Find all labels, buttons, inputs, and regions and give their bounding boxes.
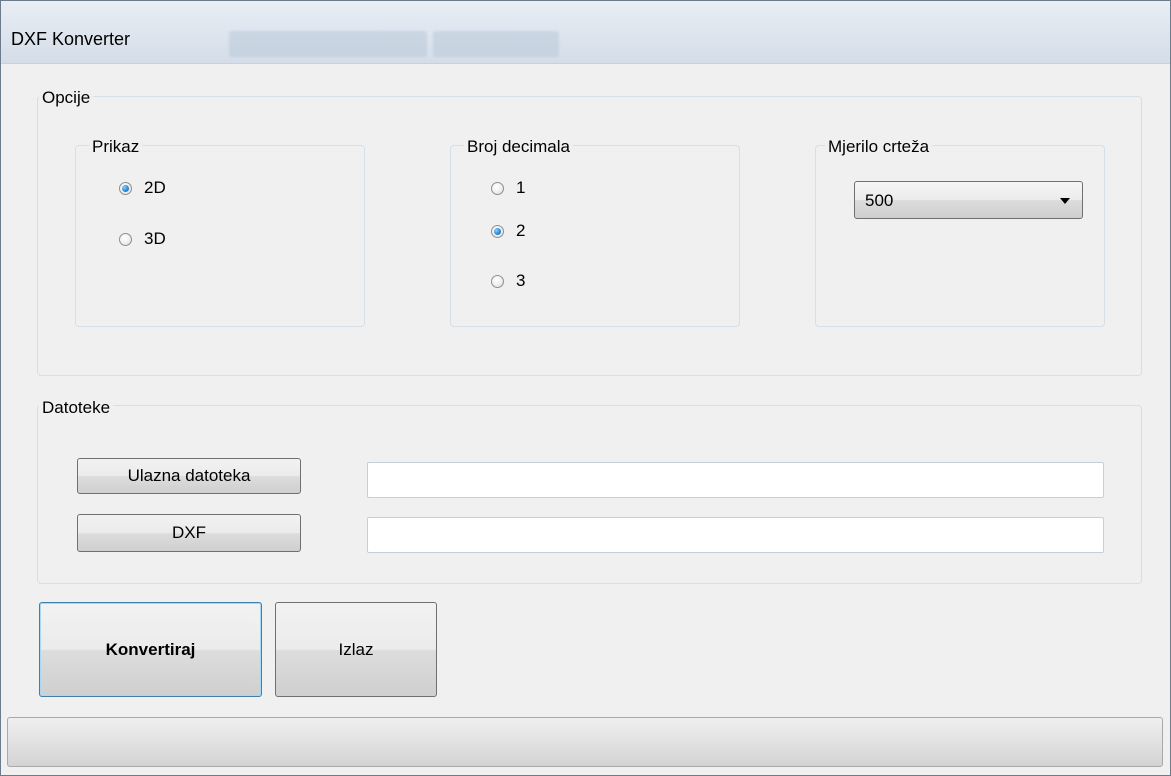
radio-3d-circle[interactable] (119, 232, 132, 246)
dxf-file-button[interactable]: DXF (77, 514, 301, 552)
radio-decimals-3[interactable]: 3 (491, 271, 525, 291)
exit-button[interactable]: Izlaz (275, 602, 437, 697)
decimals-group-label: Broj decimala (464, 137, 573, 157)
scale-dropdown-value: 500 (865, 191, 894, 210)
chevron-down-icon[interactable] (1060, 198, 1070, 204)
radio-decimals-3-circle[interactable] (491, 274, 504, 288)
dxf-file-field[interactable] (367, 517, 1104, 553)
radio-decimals-1-label: 1 (516, 178, 526, 197)
radio-2d-label: 2D (144, 178, 166, 197)
radio-decimals-3-label: 3 (516, 271, 526, 290)
radio-decimals-1[interactable]: 1 (491, 178, 525, 198)
display-group-label: Prikaz (89, 137, 143, 157)
window-title: DXF Konverter (11, 29, 131, 49)
radio-3d-label: 3D (144, 229, 166, 248)
background-ghost-tab (433, 31, 559, 57)
radio-decimals-2[interactable]: 2 (491, 221, 525, 241)
status-bar (7, 717, 1163, 767)
dxf-converter-window: DXF Konverter Opcije Prikaz 2D 3D Broj d… (0, 0, 1171, 776)
input-file-field[interactable] (367, 462, 1104, 498)
radio-decimals-1-circle[interactable] (491, 181, 504, 195)
input-file-button[interactable]: Ulazna datoteka (77, 458, 301, 494)
radio-3d[interactable]: 3D (119, 229, 166, 249)
radio-2d-circle[interactable] (119, 181, 132, 195)
files-group-label: Datoteke (39, 398, 114, 418)
radio-2d[interactable]: 2D (119, 178, 166, 198)
convert-button[interactable]: Konvertiraj (39, 602, 262, 697)
radio-decimals-2-label: 2 (516, 221, 526, 240)
background-ghost-tab (229, 31, 427, 57)
scale-group (815, 145, 1105, 327)
options-group-label: Opcije (39, 88, 94, 108)
title-bar: DXF Konverter (1, 1, 1170, 64)
scale-group-label: Mjerilo crteža (825, 137, 933, 157)
scale-dropdown[interactable]: 500 (854, 181, 1083, 219)
radio-decimals-2-circle[interactable] (491, 224, 504, 238)
